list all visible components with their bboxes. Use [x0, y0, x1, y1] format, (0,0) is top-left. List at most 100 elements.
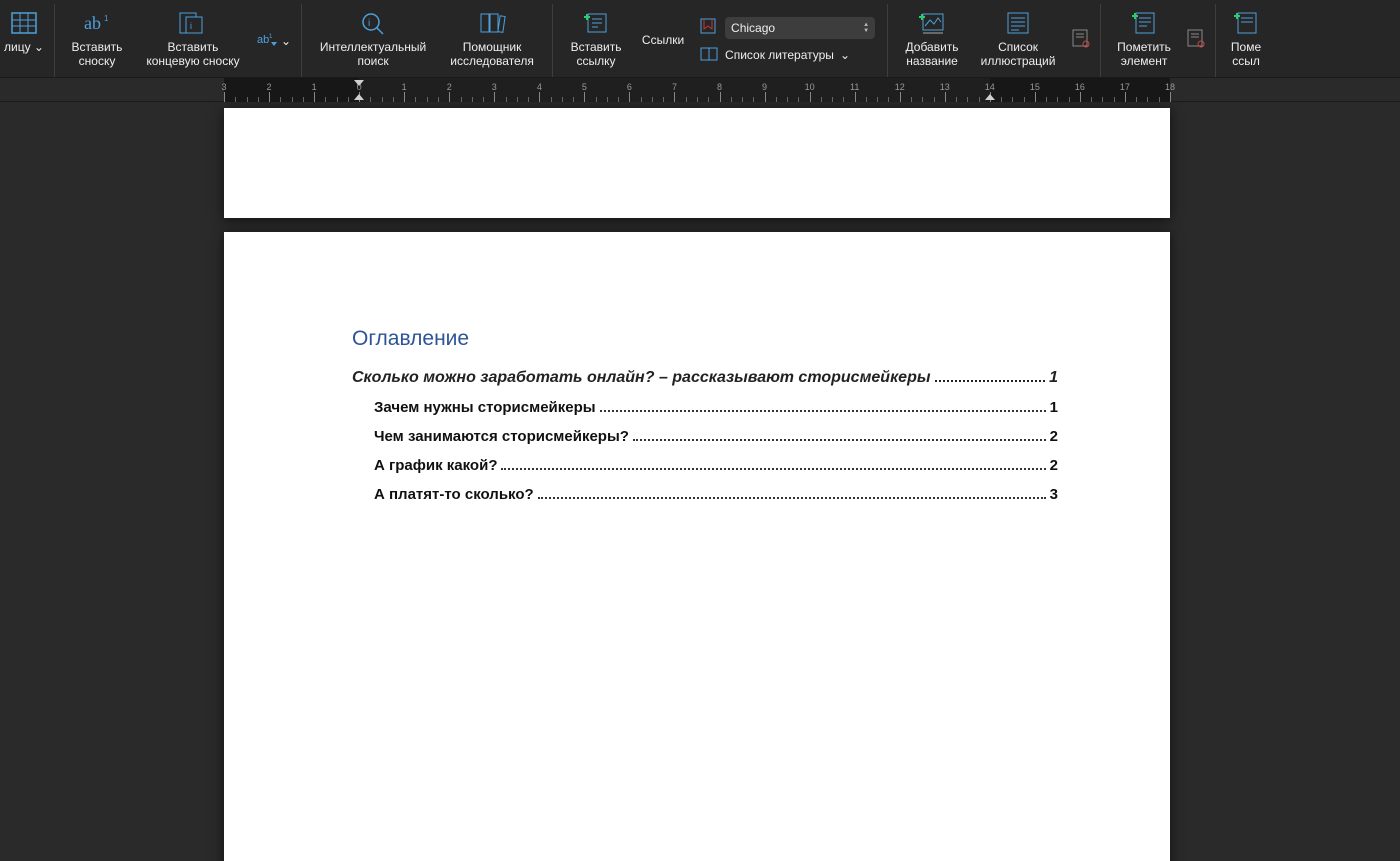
toc-entry-text: Сколько можно заработать онлайн? – расск… — [352, 369, 931, 387]
smart-lookup-label-1: Интеллектуальный — [320, 40, 426, 54]
horizontal-ruler[interactable]: 3210123456789101112131415161718 — [224, 78, 1170, 102]
ruler-number: 7 — [672, 82, 677, 92]
toc-container: Сколько можно заработать онлайн? – расск… — [352, 369, 1058, 503]
toc-entry[interactable]: Чем занимаются сторисмейкеры?2 — [352, 428, 1058, 445]
insert-index-icon[interactable] — [1185, 28, 1205, 53]
mark-entry-label-2: элемент — [1121, 54, 1168, 68]
add-caption-label-2: название — [906, 54, 958, 68]
mark-citation-icon — [1233, 8, 1259, 38]
table-icon — [11, 8, 37, 38]
toc-leader-dots — [935, 380, 1046, 382]
footnote-icon: ab1 — [82, 8, 112, 38]
ruler-number: 6 — [627, 82, 632, 92]
toc-leader-dots — [633, 439, 1046, 441]
ruler-number: 14 — [985, 82, 995, 92]
list-figures-label-1: Список — [998, 40, 1038, 54]
researcher-label-1: Помощник — [463, 40, 522, 54]
mark-entry-button[interactable]: Пометить элемент — [1107, 6, 1181, 76]
svg-text:ab: ab — [257, 34, 269, 46]
bibliography-label: Список литературы — [725, 48, 834, 62]
toc-entry-page: 1 — [1050, 399, 1058, 416]
page-current[interactable]: Оглавление Сколько можно заработать онла… — [224, 232, 1170, 861]
ribbon-group-footnotes: ab1 Вставить сноску i Вставить концевую … — [55, 4, 302, 77]
insert-footnote-label-1: Вставить — [72, 40, 123, 54]
researcher-label-2: исследователя — [450, 54, 534, 68]
ruler-number: 8 — [717, 82, 722, 92]
ruler-number: 3 — [492, 82, 497, 92]
toc-entry[interactable]: А график какой?2 — [352, 457, 1058, 474]
insert-citation-button[interactable]: Вставить ссылку — [559, 6, 633, 76]
style-book-icon — [699, 17, 719, 40]
insert-citation-label-2: ссылку — [577, 54, 616, 68]
right-indent-marker[interactable] — [985, 94, 995, 100]
bibliography-icon — [699, 46, 719, 65]
insert-endnote-button[interactable]: i Вставить концевую сноску — [133, 6, 253, 76]
toc-entry-text: Зачем нужны сторисмейкеры — [374, 399, 596, 416]
links-button[interactable]: Ссылки — [633, 16, 693, 66]
researcher-button[interactable]: Помощник исследователя — [438, 6, 546, 76]
citation-icon — [582, 8, 610, 38]
endnote-icon: i — [176, 8, 210, 38]
ruler-number: 18 — [1165, 82, 1175, 92]
ruler-number: 12 — [895, 82, 905, 92]
ribbon-group-table: лицу ⌄ — [0, 4, 55, 77]
ruler-number: 16 — [1075, 82, 1085, 92]
links-label: Ссылки — [642, 33, 684, 47]
ruler-number: 17 — [1120, 82, 1130, 92]
smart-lookup-button[interactable]: i Интеллектуальный поиск — [308, 6, 438, 76]
horizontal-ruler-area: 3210123456789101112131415161718 — [0, 78, 1400, 102]
toc-leader-dots — [538, 497, 1046, 499]
toc-entry[interactable]: Сколько можно заработать онлайн? – расск… — [352, 369, 1058, 387]
toc-entry-page: 1 — [1049, 369, 1058, 387]
list-of-figures-button[interactable]: Список иллюстраций — [970, 6, 1066, 76]
ruler-number: 1 — [312, 82, 317, 92]
caption-icon — [918, 8, 946, 38]
hanging-indent-marker[interactable] — [354, 94, 364, 100]
next-footnote-button[interactable]: ab1 ⌄ — [257, 31, 291, 51]
toc-leader-dots — [501, 468, 1045, 470]
toc-leader-dots — [600, 410, 1046, 412]
citation-style-value: Chicago — [731, 21, 775, 35]
insert-footnote-button[interactable]: ab1 Вставить сноску — [61, 6, 133, 76]
ribbon: лицу ⌄ ab1 Вставить сноску i Вставить ко… — [0, 0, 1400, 78]
toc-entry[interactable]: А платят-то сколько? 3 — [352, 486, 1058, 503]
toc-entry-text: Чем занимаются сторисмейкеры? — [374, 428, 629, 445]
next-footnote-small: ab1 ⌄ — [253, 31, 295, 51]
bibliography-button[interactable]: Список литературы ⌄ — [699, 46, 875, 65]
citation-style-combo[interactable]: Chicago ▲▼ — [725, 17, 875, 39]
toc-entry[interactable]: Зачем нужны сторисмейкеры 1 — [352, 399, 1058, 416]
ribbon-group-authorities: Поме ссыл — [1216, 4, 1276, 77]
list-figures-icon — [1005, 8, 1031, 38]
svg-text:1: 1 — [104, 14, 109, 23]
caption-small-icon — [1066, 28, 1094, 53]
insert-endnote-label-1: Вставить — [168, 40, 219, 54]
mark-citation-label-2: ссыл — [1232, 54, 1260, 68]
toc-entry-text: А платят-то сколько? — [374, 486, 534, 503]
table-button[interactable]: лицу ⌄ — [0, 6, 48, 76]
update-figures-icon[interactable] — [1070, 28, 1090, 53]
ruler-number: 13 — [940, 82, 950, 92]
ribbon-group-captions: Добавить название Список иллюстраций — [888, 4, 1101, 77]
first-line-indent-marker[interactable] — [354, 80, 364, 86]
insert-citation-label-1: Вставить — [571, 40, 622, 54]
toc-title: Оглавление — [352, 327, 1058, 351]
svg-text:ab: ab — [84, 13, 101, 33]
mark-entry-icon — [1131, 8, 1157, 38]
ruler-number: 1 — [402, 82, 407, 92]
document-workspace: Оглавление Сколько можно заработать онла… — [0, 102, 1400, 861]
mark-citation-button[interactable]: Поме ссыл — [1222, 6, 1270, 76]
ruler-number: 11 — [850, 82, 859, 92]
table-label: лицу — [4, 40, 31, 54]
add-caption-button[interactable]: Добавить название — [894, 6, 970, 76]
chevron-down-icon: ⌄ — [281, 34, 291, 48]
ruler-number: 15 — [1030, 82, 1040, 92]
ruler-number: 2 — [447, 82, 452, 92]
ruler-number: 5 — [582, 82, 587, 92]
svg-text:i: i — [190, 21, 192, 31]
svg-text:i: i — [368, 18, 370, 29]
toc-entry-page: 3 — [1050, 486, 1058, 503]
chevron-down-icon: ⌄ — [840, 48, 850, 62]
ruler-number: 2 — [267, 82, 272, 92]
next-footnote-icon: ab1 — [257, 32, 277, 49]
insert-endnote-label-2: концевую сноску — [146, 54, 239, 68]
